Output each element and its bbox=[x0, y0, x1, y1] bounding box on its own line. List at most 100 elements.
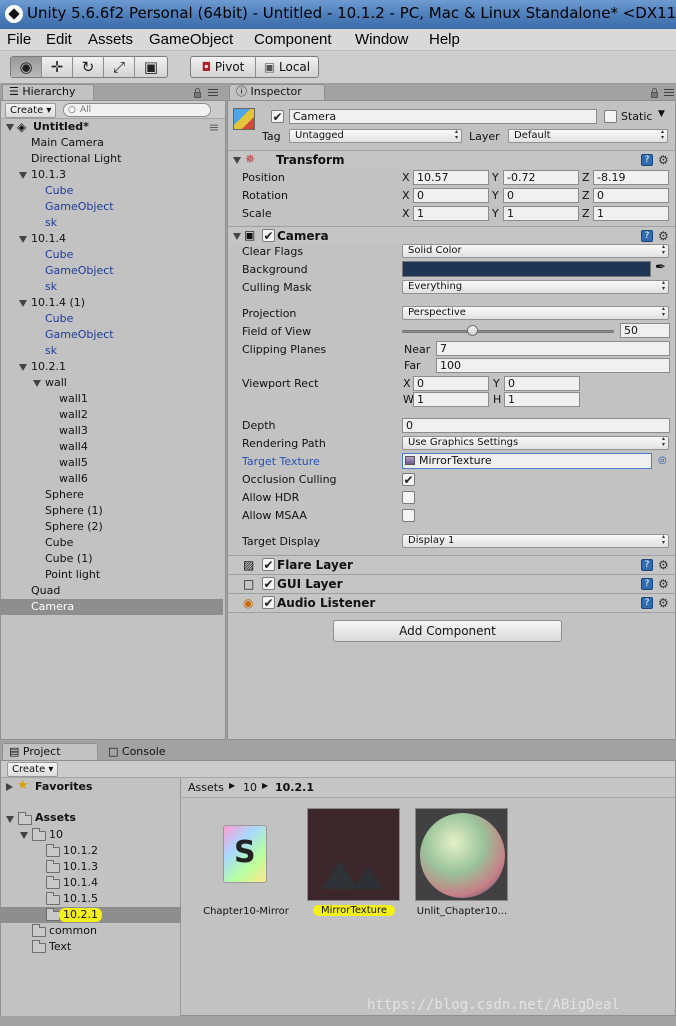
transform-value-field[interactable]: 0 bbox=[593, 188, 669, 203]
layer-dropdown[interactable]: Default bbox=[508, 129, 668, 143]
hierarchy-item[interactable]: Directional Light bbox=[1, 151, 223, 167]
hierarchy-item[interactable]: GameObject bbox=[1, 327, 223, 343]
menu-edit[interactable]: Edit bbox=[46, 31, 72, 48]
transform-value-field[interactable]: 0 bbox=[503, 188, 579, 203]
hierarchy-search-input[interactable]: ○ All bbox=[63, 103, 211, 117]
viewport-h-field[interactable]: 1 bbox=[504, 392, 580, 407]
active-checkbox[interactable]: ✔ bbox=[271, 110, 284, 123]
transform-value-field[interactable]: 10.57 bbox=[413, 170, 489, 185]
hierarchy-item[interactable]: wall6 bbox=[1, 471, 223, 487]
menu-gameobject[interactable]: GameObject bbox=[149, 31, 233, 48]
breadcrumb-current[interactable]: 10.2.1 bbox=[275, 781, 314, 794]
hierarchy-item[interactable]: wall4 bbox=[1, 439, 223, 455]
transform-value-field[interactable]: 1 bbox=[593, 206, 669, 221]
rendering-path-dropdown[interactable]: Use Graphics Settings bbox=[402, 436, 669, 450]
project-folder-item[interactable]: Text bbox=[1, 939, 181, 955]
object-picker-icon[interactable]: ◎ bbox=[658, 455, 667, 466]
camera-header[interactable]: ▣ ✔ Camera ? ⚙ bbox=[228, 226, 675, 245]
gui-layer-header[interactable]: □ ✔ GUI Layer ? ⚙ bbox=[228, 574, 675, 593]
hierarchy-item[interactable]: Point light bbox=[1, 567, 223, 583]
breadcrumb-assets[interactable]: Assets bbox=[188, 781, 224, 794]
tab-hierarchy[interactable]: ☰ Hierarchy bbox=[2, 84, 94, 100]
target-display-dropdown[interactable]: Display 1 bbox=[402, 534, 669, 548]
object-name-field[interactable]: Camera bbox=[289, 109, 597, 124]
hierarchy-item[interactable]: wall2 bbox=[1, 407, 223, 423]
hierarchy-item[interactable]: 10.2.1 bbox=[1, 359, 223, 375]
rotate-tool-button[interactable]: ↻ bbox=[73, 57, 104, 77]
favorites-label[interactable]: Favorites bbox=[35, 780, 92, 793]
hierarchy-item[interactable]: wall5 bbox=[1, 455, 223, 471]
gear-icon[interactable]: ⚙ bbox=[658, 154, 669, 166]
move-tool-button[interactable]: ✛ bbox=[42, 57, 73, 77]
asset-label-mirror-texture[interactable]: MirrorTexture bbox=[313, 905, 395, 916]
help-icon[interactable]: ? bbox=[641, 230, 653, 242]
gear-icon[interactable]: ⚙ bbox=[658, 578, 669, 590]
collapse-arrow-icon[interactable] bbox=[233, 157, 241, 164]
menu-file[interactable]: File bbox=[7, 31, 31, 48]
static-checkbox[interactable] bbox=[604, 110, 617, 123]
transform-value-field[interactable]: -0.72 bbox=[503, 170, 579, 185]
project-folder-item[interactable]: 10.1.3 bbox=[1, 859, 181, 875]
help-icon[interactable]: ? bbox=[641, 578, 653, 590]
hierarchy-item[interactable]: sk bbox=[1, 279, 223, 295]
hierarchy-item[interactable]: GameObject bbox=[1, 199, 223, 215]
expand-arrow-icon[interactable] bbox=[6, 783, 13, 791]
allow-hdr-checkbox[interactable] bbox=[402, 491, 415, 504]
scene-options-icon[interactable] bbox=[210, 124, 218, 131]
hierarchy-item[interactable]: wall1 bbox=[1, 391, 223, 407]
collapse-arrow-icon[interactable] bbox=[233, 233, 241, 240]
fov-slider-track[interactable] bbox=[402, 330, 614, 333]
hierarchy-item[interactable]: Cube (1) bbox=[1, 551, 223, 567]
hierarchy-item[interactable]: wall bbox=[1, 375, 223, 391]
fov-field[interactable]: 50 bbox=[620, 323, 670, 338]
camera-enabled-checkbox[interactable]: ✔ bbox=[262, 229, 275, 242]
help-icon[interactable]: ? bbox=[641, 559, 653, 571]
audio-listener-checkbox[interactable]: ✔ bbox=[262, 596, 275, 609]
inspector-lock-icon[interactable] bbox=[651, 88, 658, 98]
project-folder-item[interactable]: 10.1.4 bbox=[1, 875, 181, 891]
material-thumbnail[interactable] bbox=[415, 808, 508, 901]
near-field[interactable]: 7 bbox=[436, 341, 670, 356]
expand-arrow-icon[interactable] bbox=[19, 364, 27, 371]
hierarchy-item[interactable]: Main Camera bbox=[1, 135, 223, 151]
hierarchy-item[interactable]: Sphere (2) bbox=[1, 519, 223, 535]
assets-folder-label[interactable]: Assets bbox=[35, 811, 76, 824]
render-texture-thumbnail[interactable] bbox=[307, 808, 400, 901]
help-icon[interactable]: ? bbox=[641, 597, 653, 609]
menu-assets[interactable]: Assets bbox=[88, 31, 133, 48]
hierarchy-item[interactable]: 10.1.3 bbox=[1, 167, 223, 183]
expand-arrow-icon[interactable] bbox=[6, 124, 14, 131]
project-folder-item[interactable]: 10.2.1 bbox=[1, 907, 181, 923]
help-icon[interactable]: ? bbox=[641, 154, 653, 166]
local-button[interactable]: ▣ Local bbox=[256, 57, 318, 77]
hierarchy-item[interactable]: Cube bbox=[1, 311, 223, 327]
transform-value-field[interactable]: 1 bbox=[413, 206, 489, 221]
hierarchy-item[interactable]: Quad bbox=[1, 583, 223, 599]
hierarchy-item[interactable]: 10.1.4 (1) bbox=[1, 295, 223, 311]
hierarchy-item[interactable]: Cube bbox=[1, 183, 223, 199]
project-folder-item[interactable]: 10.1.2 bbox=[1, 843, 181, 859]
transform-value-field[interactable]: 1 bbox=[503, 206, 579, 221]
clear-flags-dropdown[interactable]: Solid Color bbox=[402, 244, 669, 258]
project-folder-item[interactable]: common bbox=[1, 923, 181, 939]
flare-layer-header[interactable]: ▨ ✔ Flare Layer ? ⚙ bbox=[228, 555, 675, 574]
inspector-panel-menu-icon[interactable] bbox=[664, 89, 674, 96]
hierarchy-create-button[interactable]: Create ▾ bbox=[5, 103, 57, 118]
project-folder-item[interactable]: 10 bbox=[1, 827, 181, 843]
background-color-field[interactable] bbox=[402, 261, 651, 277]
allow-msaa-checkbox[interactable] bbox=[402, 509, 415, 522]
menu-component[interactable]: Component bbox=[254, 31, 332, 48]
hierarchy-item[interactable]: Cube bbox=[1, 247, 223, 263]
tab-project[interactable]: ▤ Project bbox=[2, 743, 98, 760]
view-tool-button[interactable]: ◉ bbox=[11, 57, 42, 77]
hierarchy-item[interactable]: 10.1.4 bbox=[1, 231, 223, 247]
asset-label-unlit-material[interactable]: Unlit_Chapter10... bbox=[411, 906, 513, 917]
shader-asset-icon[interactable]: S bbox=[223, 825, 267, 883]
expand-arrow-icon[interactable] bbox=[19, 300, 27, 307]
asset-label-shader[interactable]: Chapter10-Mirror bbox=[195, 906, 297, 917]
projection-dropdown[interactable]: Perspective bbox=[402, 306, 669, 320]
occlusion-culling-checkbox[interactable]: ✔ bbox=[402, 473, 415, 486]
transform-header[interactable]: ✵ Transform ? ⚙ bbox=[228, 150, 675, 169]
scene-row[interactable]: ◈ Untitled* bbox=[1, 119, 225, 135]
hierarchy-item[interactable]: Camera bbox=[1, 599, 223, 615]
